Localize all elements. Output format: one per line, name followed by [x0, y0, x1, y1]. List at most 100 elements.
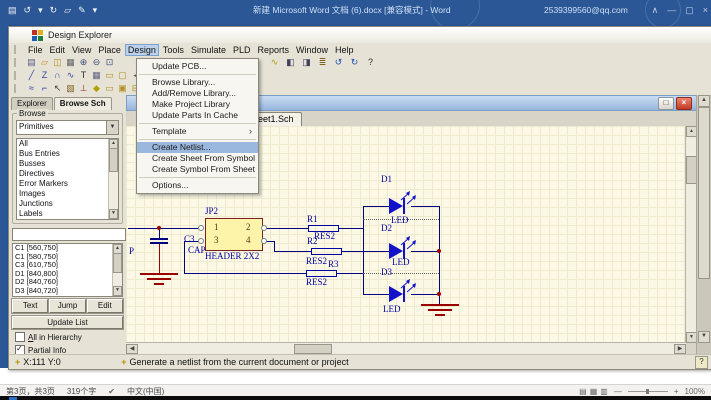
r3-ref-label[interactable]: R3 [328, 260, 339, 269]
panel-button[interactable]: Text [12, 299, 48, 313]
panel-tab[interactable]: Browse Sch [54, 97, 112, 110]
save-icon[interactable]: ▤ [8, 0, 17, 20]
line-tool-icon[interactable]: ╱ [25, 70, 38, 81]
list-scrollbar[interactable]: ▲ ▼ [112, 244, 122, 296]
help-icon[interactable]: ? [364, 57, 377, 68]
print-layout-icon[interactable]: ▦ [590, 387, 598, 396]
d3-ref-label[interactable]: D3 [381, 268, 392, 277]
toolbar-grip[interactable] [14, 58, 21, 67]
d1-type-label[interactable]: LED [391, 216, 409, 225]
digital-sim-icon[interactable]: ◧ [284, 57, 297, 68]
menu-item[interactable]: Template [137, 126, 258, 137]
list-item[interactable]: All [17, 139, 108, 149]
toolbar-grip[interactable] [14, 71, 21, 80]
menu-bar-item[interactable]: Help [332, 44, 357, 56]
menu-bar-item[interactable]: Simulate [188, 44, 229, 56]
menu-item[interactable]: Create Netlist... [137, 142, 258, 153]
ribbon-options-icon[interactable]: ∧ [652, 5, 659, 16]
d2-type-label[interactable]: LED [392, 258, 410, 267]
browse-mode-select[interactable]: Primitives ▼ [16, 120, 119, 135]
zoom-out-button[interactable]: — [614, 387, 622, 396]
new-doc-icon[interactable]: ▱ [64, 0, 71, 20]
text-tool-icon[interactable]: T [77, 70, 90, 81]
scroll-left-icon[interactable]: ◀ [126, 344, 138, 354]
d2-ref-label[interactable]: D2 [381, 224, 392, 233]
d1-led-symbol[interactable] [388, 190, 438, 216]
pen-icon[interactable]: ✎ [78, 0, 86, 20]
zoom-area-icon[interactable]: ⊡ [103, 57, 116, 68]
jp2-ref-label[interactable]: JP2 [205, 207, 218, 216]
junction-tool-icon[interactable]: ◆ [90, 83, 103, 94]
list-item[interactable]: Junctions [17, 199, 108, 209]
zoom-slider[interactable] [628, 391, 668, 392]
taskbar[interactable] [0, 396, 711, 400]
checkbox-row[interactable]: All in Hierarchy [15, 332, 126, 342]
scroll-down-icon[interactable]: ▼ [698, 331, 710, 343]
jp2-type-label[interactable]: HEADER 2X2 [205, 252, 259, 261]
c3-type-label[interactable]: CAP [188, 246, 206, 255]
word-language[interactable]: 中文(中国) [127, 386, 164, 397]
word-account[interactable]: 2539399560@qq.com [544, 0, 628, 20]
menu-bar-item[interactable]: Place [95, 44, 124, 56]
r3-type-label[interactable]: RES2 [306, 278, 327, 287]
list-item[interactable]: Directives [17, 169, 108, 179]
r3-component[interactable] [306, 270, 337, 277]
help-icon[interactable]: ? [695, 356, 708, 369]
save-icon[interactable]: ◫ [51, 57, 64, 68]
bezier-tool-icon[interactable]: ∿ [64, 70, 77, 81]
restore-window-icon[interactable]: □ [658, 97, 674, 110]
list-item[interactable]: Bus Entries [17, 149, 108, 159]
wire-tool-icon[interactable]: ≈ [25, 83, 38, 94]
power-port-tool-icon[interactable]: ⊥ [77, 83, 90, 94]
part-tool-icon[interactable]: ▭ [103, 83, 116, 94]
sheet-symbol-tool-icon[interactable]: ▣ [116, 83, 129, 94]
r2-component[interactable] [311, 248, 342, 255]
minimize-icon[interactable]: — [667, 5, 676, 15]
scroll-down-icon[interactable]: ▼ [113, 286, 122, 296]
restore-icon[interactable]: ▢ [685, 5, 694, 16]
open-document-icon[interactable]: ▱ [38, 57, 51, 68]
scroll-down-icon[interactable]: ▼ [109, 209, 118, 219]
chevron-down-icon[interactable]: ▼ [106, 121, 118, 134]
menu-item[interactable]: Browse Library... [137, 77, 258, 88]
menu-item[interactable]: Make Project Library [137, 99, 258, 110]
menu-item[interactable]: Create Symbol From Sheet [137, 164, 258, 175]
toolbar-grip[interactable] [14, 45, 21, 54]
toolbar-grip[interactable] [14, 84, 21, 93]
d1-ref-label[interactable]: D1 [381, 175, 392, 184]
checkbox[interactable] [15, 332, 25, 342]
read-mode-icon[interactable]: ▤ [579, 387, 587, 396]
arc-tool-icon[interactable]: ∩ [51, 70, 64, 81]
qat-dropdown-icon[interactable]: ▾ [93, 0, 98, 20]
menu-bar-item[interactable]: Tools [160, 44, 187, 56]
redo-icon[interactable]: ↻ [348, 57, 361, 68]
menu-bar-item[interactable]: Design [125, 44, 159, 56]
mixed-sim-icon[interactable]: ◨ [300, 57, 313, 68]
undo-icon[interactable]: ↺ [332, 57, 345, 68]
menu-bar-item[interactable]: View [69, 44, 94, 56]
menu-item[interactable]: Create Sheet From Symbol [137, 153, 258, 164]
menu-item[interactable]: Add/Remove Library... [137, 88, 258, 99]
polygon-tool-icon[interactable]: Z [38, 70, 51, 81]
word-word-count[interactable]: 319个字 [67, 386, 96, 397]
word-page-info[interactable]: 第3页，共3页 [6, 386, 55, 397]
spellcheck-icon[interactable]: ✔ [108, 387, 115, 396]
round-rect-tool-icon[interactable]: ▢ [116, 70, 129, 81]
menu-item[interactable]: Update Parts In Cache [137, 110, 258, 121]
menu-bar-item[interactable]: File [25, 44, 46, 56]
panel-button[interactable]: Edit [87, 299, 123, 313]
filter-input[interactable] [12, 228, 126, 241]
r2-ref-label[interactable]: R2 [307, 237, 318, 246]
menu-item[interactable]: Options... [137, 180, 258, 191]
c3-ref-label[interactable]: C3 [184, 235, 195, 244]
list-item[interactable]: Error Markers [17, 179, 108, 189]
r2-type-label[interactable]: RES2 [306, 257, 327, 266]
list-item[interactable]: Busses [17, 159, 108, 169]
list-item[interactable]: Images [17, 189, 108, 199]
d3-led-symbol[interactable] [388, 278, 438, 304]
menu-bar-item[interactable]: Edit [47, 44, 69, 56]
r1-ref-label[interactable]: R1 [307, 215, 318, 224]
image-tool-icon[interactable]: ▦ [90, 70, 103, 81]
menu-bar-item[interactable]: PLD [230, 44, 254, 56]
close-icon[interactable]: × [703, 5, 708, 15]
